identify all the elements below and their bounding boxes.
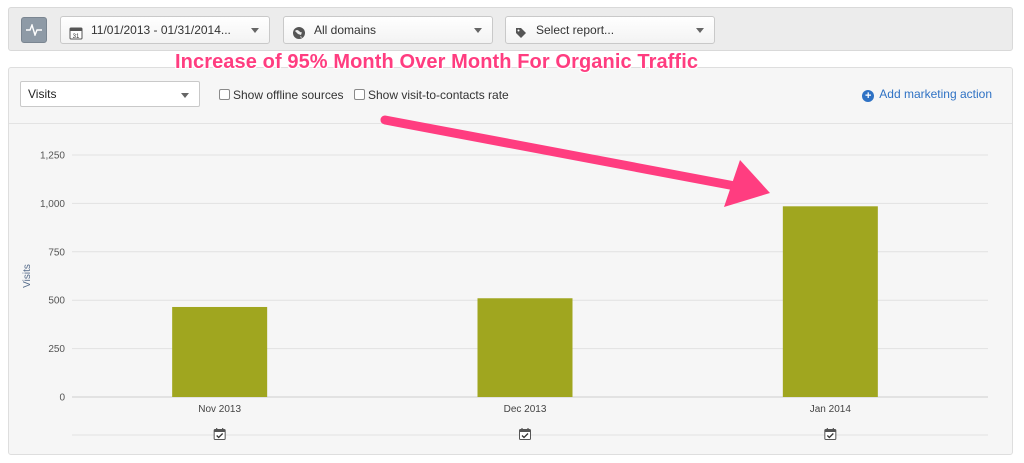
x-axis-labels: Nov 2013 Dec 2013 Jan 2014	[198, 404, 851, 415]
y-tick-label: 750	[48, 247, 65, 258]
chart-bars	[172, 206, 878, 397]
y-axis-title: Visits	[22, 264, 33, 288]
y-tick-label: 1,000	[40, 199, 65, 210]
x-tick-label: Nov 2013	[198, 404, 241, 415]
calendar-check-icon[interactable]	[519, 428, 531, 440]
bar[interactable]	[782, 206, 878, 397]
bar[interactable]	[172, 306, 268, 397]
calendar-check-icon[interactable]	[213, 428, 226, 440]
y-tick-label: 1,250	[40, 151, 65, 162]
x-tick-label: Dec 2013	[504, 404, 547, 415]
event-markers	[213, 428, 837, 440]
x-tick-label: Jan 2014	[810, 404, 852, 415]
y-tick-label: 500	[48, 296, 65, 307]
calendar-check-icon[interactable]	[824, 428, 837, 440]
y-axis-ticks: 0 250 500 750 1,000 1,250	[40, 151, 65, 404]
annotation-arrow	[380, 115, 770, 207]
y-tick-label: 0	[59, 393, 65, 404]
bar[interactable]	[477, 298, 573, 397]
y-tick-label: 250	[48, 344, 65, 355]
annotation-text: Increase of 95% Month Over Month For Org…	[175, 51, 699, 73]
